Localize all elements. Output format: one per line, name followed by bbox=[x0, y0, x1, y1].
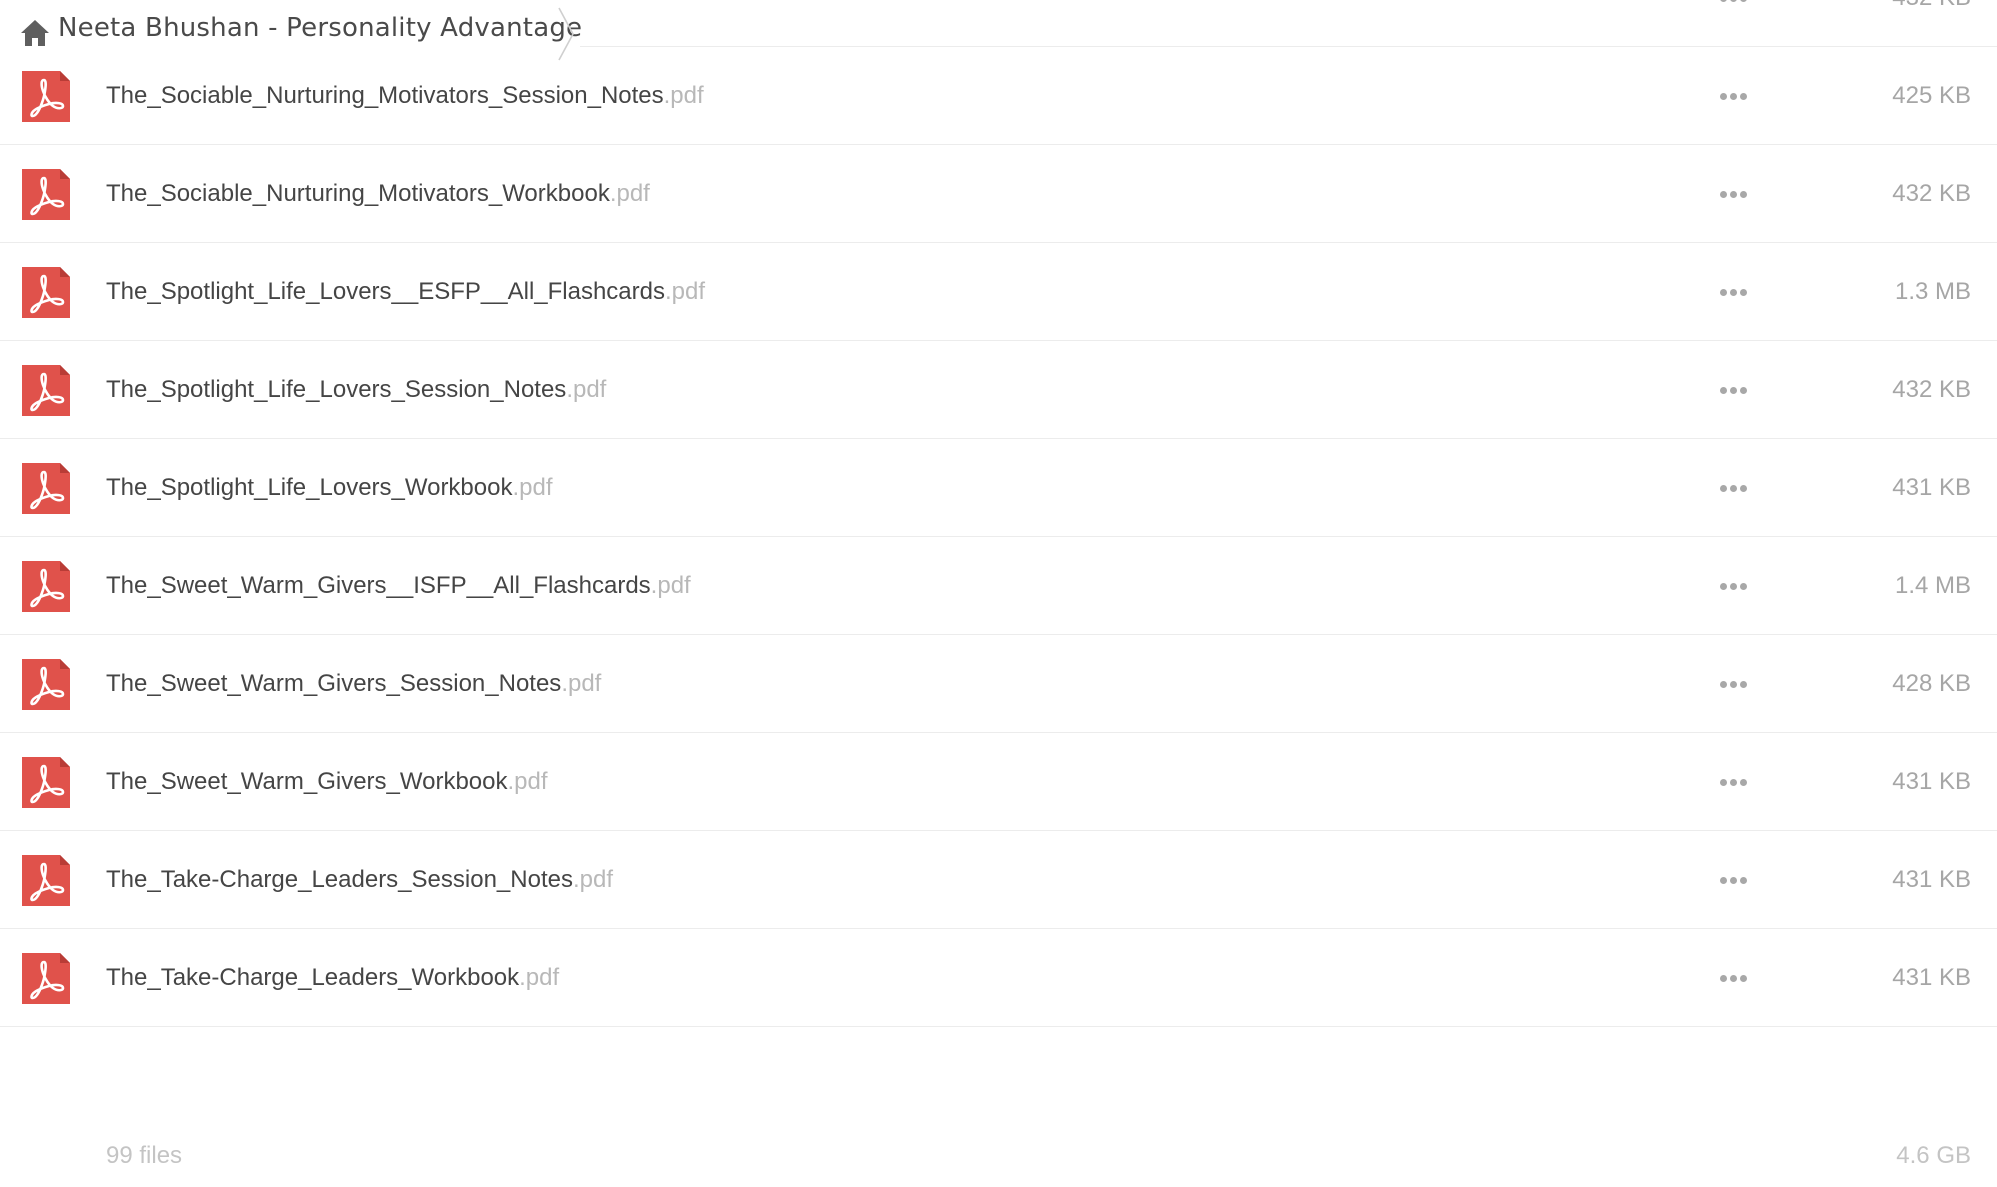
pdf-icon bbox=[22, 953, 70, 1004]
file-name-label[interactable]: The_Sociable_Nurturing_Motivators_Workbo… bbox=[106, 145, 650, 242]
file-row[interactable]: The_Spotlight_Life_Lovers_Session_Notes.… bbox=[0, 341, 1997, 439]
more-icon[interactable] bbox=[1712, 279, 1754, 305]
file-name-label[interactable]: The_Take-Charge_Leaders_Session_Notes.pd… bbox=[106, 831, 613, 928]
file-size: 432 KB bbox=[1892, 376, 1971, 403]
file-row[interactable]: The_Take-Charge_Leaders_Workbook.pdf 431 … bbox=[0, 929, 1997, 1027]
file-name-label[interactable]: The_Take-Charge_Leaders_Workbook.pdf bbox=[106, 929, 559, 1026]
file-size: 1.3 MB bbox=[1894, 278, 1971, 305]
file-name: The_Sweet_Warm_Givers_Session_Notes bbox=[106, 670, 562, 697]
file-name-label[interactable]: The_Sweet_Warm_Givers_Session_Notes.pdf bbox=[106, 635, 601, 732]
home-icon[interactable] bbox=[20, 19, 50, 47]
file-name: The_Sweet_Warm_Givers_Workbook bbox=[106, 768, 508, 795]
more-icon[interactable] bbox=[1712, 671, 1754, 697]
more-icon[interactable] bbox=[1712, 573, 1754, 599]
pdf-icon bbox=[22, 561, 70, 612]
chevron-right-icon bbox=[556, 6, 576, 62]
file-name: The_Spotlight_Life_Lovers__ESFP__All_Fla… bbox=[106, 278, 665, 305]
folder-summary: 99 files 4.6 GB bbox=[0, 1125, 1997, 1187]
file-extension: .pdf bbox=[572, 866, 613, 893]
file-name: The_Take-Charge_Leaders_Workbook bbox=[106, 964, 520, 991]
pdf-icon bbox=[22, 169, 70, 220]
file-name: The_Take-Charge_Leaders_Session_Notes bbox=[106, 866, 573, 893]
pdf-icon bbox=[22, 267, 70, 318]
file-size: 432 KB bbox=[1892, 180, 1971, 207]
file-extension: .pdf bbox=[609, 180, 650, 207]
file-size: 431 KB bbox=[1892, 866, 1971, 893]
file-name: The_Sociable_Nurturing_Motivators_Workbo… bbox=[106, 180, 610, 207]
file-name-label[interactable]: The_Spotlight_Life_Lovers__ESFP__All_Fla… bbox=[106, 243, 705, 340]
file-name-label[interactable]: The_Sweet_Warm_Givers__ISFP__All_Flashca… bbox=[106, 537, 691, 634]
file-size: 1.4 MB bbox=[1894, 572, 1971, 599]
more-icon[interactable] bbox=[1712, 181, 1754, 207]
file-extension: .pdf bbox=[561, 670, 602, 697]
file-row[interactable]: The_Sociable_Nurturing_Motivators_Workbo… bbox=[0, 145, 1997, 243]
file-extension: .pdf bbox=[519, 964, 560, 991]
more-icon[interactable] bbox=[1712, 377, 1754, 403]
file-row[interactable]: The_Sweet_Warm_Givers_Workbook.pdf 431 KB bbox=[0, 733, 1997, 831]
more-icon[interactable] bbox=[1712, 867, 1754, 893]
pdf-icon bbox=[22, 463, 70, 514]
file-row[interactable]: The_Spotlight_Life_Lovers_Workbook.pdf 43… bbox=[0, 439, 1997, 537]
file-name-label[interactable]: The_Sweet_Warm_Givers_Workbook.pdf bbox=[106, 733, 548, 830]
file-extension: .pdf bbox=[507, 768, 548, 795]
more-icon[interactable] bbox=[1712, 965, 1754, 991]
pdf-icon bbox=[22, 365, 70, 416]
file-extension: .pdf bbox=[663, 82, 704, 109]
file-size: 431 KB bbox=[1892, 474, 1971, 501]
file-size: 425 KB bbox=[1892, 82, 1971, 109]
pdf-icon bbox=[22, 757, 70, 808]
pdf-icon bbox=[22, 659, 70, 710]
more-icon[interactable] bbox=[1712, 0, 1754, 11]
file-extension: .pdf bbox=[650, 572, 691, 599]
total-size: 4.6 GB bbox=[1896, 1142, 1971, 1169]
file-list: The_Quiet_Lone_Rangers_Workbook_.pdf432 … bbox=[0, 0, 1997, 1027]
more-icon[interactable] bbox=[1712, 83, 1754, 109]
file-name-label[interactable]: The_Spotlight_Life_Lovers_Session_Notes.… bbox=[106, 341, 606, 438]
file-name: The_Sweet_Warm_Givers__ISFP__All_Flashca… bbox=[106, 572, 651, 599]
file-name: The_Sociable_Nurturing_Motivators_Sessio… bbox=[106, 82, 664, 109]
file-name-label[interactable]: The_Spotlight_Life_Lovers_Workbook.pdf bbox=[106, 439, 553, 536]
file-extension: .pdf bbox=[512, 474, 553, 501]
file-row[interactable]: The_Sweet_Warm_Givers_Session_Notes.pdf 4… bbox=[0, 635, 1997, 733]
pdf-icon bbox=[22, 71, 70, 122]
pdf-icon bbox=[22, 855, 70, 906]
breadcrumb: Neeta Bhushan - Personality Advantage bbox=[0, 0, 582, 66]
file-size: 431 KB bbox=[1892, 768, 1971, 795]
file-extension: .pdf bbox=[665, 278, 706, 305]
file-row[interactable]: The_Spotlight_Life_Lovers__ESFP__All_Fla… bbox=[0, 243, 1997, 341]
file-count: 99 files bbox=[106, 1142, 183, 1169]
file-size: 432 KB bbox=[1892, 0, 1971, 46]
file-extension: .pdf bbox=[566, 376, 607, 403]
breadcrumb-current-folder[interactable]: Neeta Bhushan - Personality Advantage bbox=[58, 13, 582, 43]
file-name: The_Spotlight_Life_Lovers_Workbook bbox=[106, 474, 513, 501]
file-browser: The_Quiet_Lone_Rangers_Workbook_.pdf432 … bbox=[0, 0, 1997, 1187]
file-row[interactable]: The_Sweet_Warm_Givers__ISFP__All_Flashca… bbox=[0, 537, 1997, 635]
more-icon[interactable] bbox=[1712, 769, 1754, 795]
more-icon[interactable] bbox=[1712, 475, 1754, 501]
file-row[interactable]: The_Take-Charge_Leaders_Session_Notes.pd… bbox=[0, 831, 1997, 929]
file-size: 431 KB bbox=[1892, 964, 1971, 991]
file-size: 428 KB bbox=[1892, 670, 1971, 697]
file-name: The_Spotlight_Life_Lovers_Session_Notes bbox=[106, 376, 567, 403]
